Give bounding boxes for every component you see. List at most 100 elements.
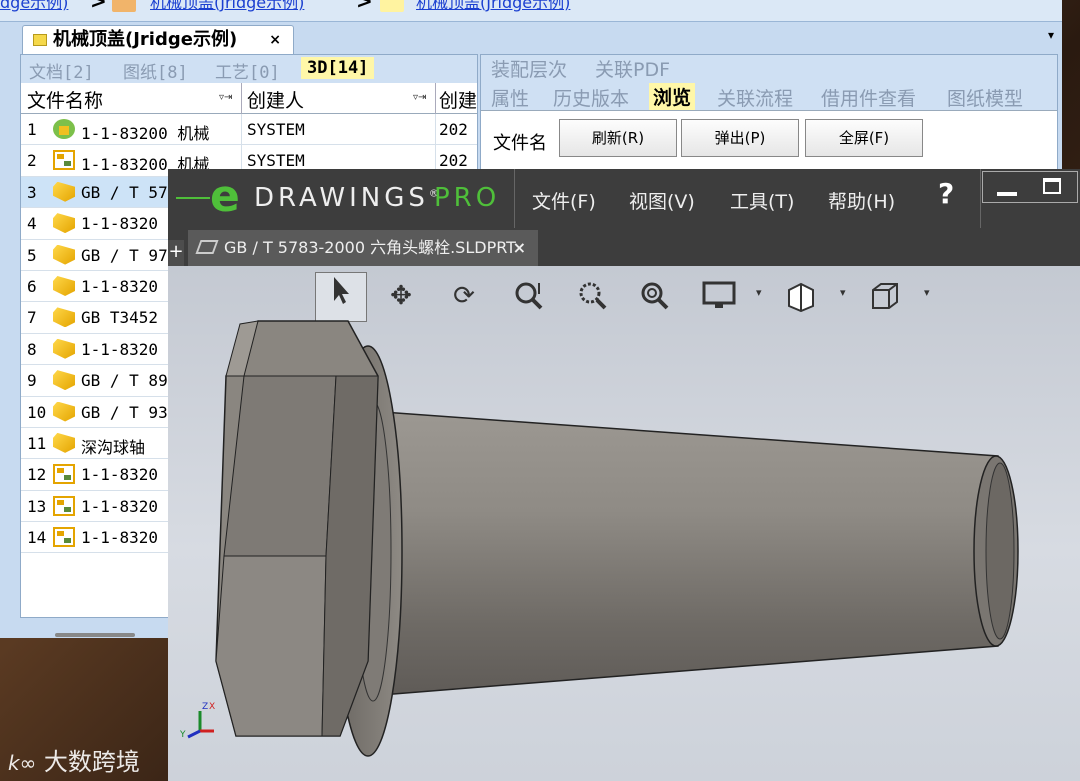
document-icon: [33, 34, 47, 46]
title-divider: [514, 169, 515, 228]
tab-borrowed-parts[interactable]: 借用件查看: [821, 84, 916, 111]
assembly-icon: [53, 527, 75, 548]
logo-pro: PRO: [434, 183, 501, 213]
file-category-tabs: 文档[2] 图纸[8] 工艺[0] 3D[14]: [21, 55, 477, 83]
filter-icon[interactable]: ▿⇥: [413, 92, 426, 103]
file-name-cell: GB / T 57: [81, 182, 168, 202]
svg-text:Z: Z: [202, 702, 208, 712]
breadcrumb-item-2[interactable]: 机械顶盖(Jridge示例): [150, 0, 304, 11]
document-tab-title: 机械顶盖(Jridge示例): [53, 29, 238, 50]
part-file-icon: [195, 240, 219, 254]
menu-file[interactable]: 文件(F): [532, 187, 596, 214]
breadcrumb: dge示例) > 机械顶盖(Jridge示例) > 机械顶盖(Jridge示例): [0, 0, 1062, 22]
logo-e: e: [210, 171, 240, 222]
edrawings-titlebar: e DRAWINGS® PRO 文件(F) 视图(V) 工具(T) 帮助(H) …: [168, 169, 1080, 228]
part-icon: [53, 307, 75, 328]
folder-icon: [380, 0, 404, 12]
file-name-cell: 1-1-8320: [81, 528, 159, 548]
file-name-cell: GB T3452: [81, 308, 159, 328]
breadcrumb-separator: >: [90, 0, 107, 13]
file-name-cell: 1-1-8320: [81, 276, 159, 296]
row-number: 4: [27, 214, 37, 234]
column-header-date[interactable]: 创建: [439, 86, 477, 113]
breadcrumb-item-1[interactable]: dge示例): [0, 0, 68, 11]
date-cell: 202: [439, 151, 468, 171]
file-name-cell: 深沟球轴: [81, 437, 146, 457]
file-tab-title: GB / T 5783-2000 六角头螺栓.SLDPRT: [224, 238, 516, 257]
help-icon[interactable]: ?: [938, 177, 954, 210]
file-name-cell: GB / T 89: [81, 371, 168, 391]
part-icon: [53, 401, 75, 422]
svg-text:Y: Y: [179, 730, 186, 740]
part-icon: [53, 213, 75, 234]
close-icon[interactable]: ×: [269, 26, 281, 54]
row-number: 12: [27, 465, 47, 485]
refresh-button[interactable]: 刷新(R): [559, 119, 677, 157]
column-divider: [241, 83, 242, 114]
part-icon: [53, 275, 75, 296]
assembly-icon: [53, 150, 75, 171]
minimize-icon[interactable]: [997, 192, 1017, 196]
part-icon: [53, 338, 75, 359]
breadcrumb-item-3[interactable]: 机械顶盖(Jridge示例): [416, 0, 570, 11]
column-divider: [435, 114, 436, 145]
tab-documents[interactable]: 文档[2]: [29, 58, 94, 83]
document-tab[interactable]: 机械顶盖(Jridge示例) ×: [22, 25, 294, 54]
row-number: 9: [27, 371, 37, 391]
breadcrumb-separator: >: [356, 0, 373, 13]
document-tabstrip: 机械顶盖(Jridge示例) × ▾: [0, 22, 1062, 54]
file-name-cell: GB / T 97: [81, 245, 168, 265]
menu-view[interactable]: 视图(V): [629, 187, 695, 214]
locked-part-icon: [53, 119, 75, 139]
tab-linked-pdf[interactable]: 关联PDF: [595, 55, 670, 82]
column-divider: [241, 114, 242, 145]
scrollbar-thumb[interactable]: [55, 633, 135, 637]
row-number: 14: [27, 528, 47, 548]
tab-assembly-hierarchy[interactable]: 装配层次: [491, 55, 567, 82]
row-number: 5: [27, 245, 37, 265]
axis-triad-icon: Z X Y: [179, 702, 215, 740]
filter-icon[interactable]: ▿⇥: [219, 92, 232, 103]
tab-browse[interactable]: 浏览: [649, 83, 696, 110]
edrawings-logo: e DRAWINGS® PRO: [176, 171, 512, 222]
chevron-down-icon[interactable]: ▾: [1048, 28, 1054, 42]
row-number: 7: [27, 308, 37, 328]
row-number: 6: [27, 276, 37, 296]
maximize-icon[interactable]: [1043, 178, 1061, 194]
part-icon: [53, 244, 75, 265]
horizontal-scrollbar[interactable]: [25, 629, 175, 639]
edrawings-window: e DRAWINGS® PRO 文件(F) 视图(V) 工具(T) 帮助(H) …: [168, 169, 1080, 781]
bolt-model[interactable]: [168, 266, 1080, 781]
row-number: 1: [27, 120, 37, 139]
tab-drawings[interactable]: 图纸[8]: [123, 58, 188, 83]
add-tab-button[interactable]: +: [168, 240, 184, 266]
window-controls: [982, 171, 1078, 203]
part-icon: [53, 432, 75, 453]
creator-cell: SYSTEM: [247, 120, 305, 139]
file-name-cell: 1-1-8320: [81, 465, 159, 485]
assembly-icon: [53, 495, 75, 516]
fullscreen-button[interactable]: 全屏(F): [805, 119, 923, 157]
popup-button[interactable]: 弹出(P): [681, 119, 799, 157]
column-header-creator[interactable]: 创建人: [247, 86, 304, 113]
column-header-name[interactable]: 文件名称: [27, 86, 103, 113]
tab-process[interactable]: 工艺[0]: [215, 58, 280, 83]
close-icon[interactable]: ×: [513, 230, 526, 266]
file-name-cell: 1-1-83200 机械: [81, 124, 210, 143]
filename-label: 文件名: [493, 133, 547, 154]
assembly-icon: [53, 464, 75, 485]
file-tab[interactable]: GB / T 5783-2000 六角头螺栓.SLDPRT ×: [188, 230, 538, 266]
menu-tools[interactable]: 工具(T): [730, 187, 794, 214]
3d-viewport[interactable]: ✥ ⟳ ▾ ▾ ▾ Z X Y: [168, 266, 1080, 781]
tab-drawing-model[interactable]: 图纸模型: [947, 84, 1023, 111]
detail-tabs-row2: 属性 历史版本 浏览 关联流程 借用件查看 图纸模型: [481, 81, 1057, 111]
edrawings-tabbar: + GB / T 5783-2000 六角头螺栓.SLDPRT ×: [168, 228, 1080, 266]
tab-history[interactable]: 历史版本: [553, 84, 629, 111]
menu-help[interactable]: 帮助(H): [828, 187, 895, 214]
part-icon: [53, 370, 75, 391]
logo-arrow-icon: [176, 197, 210, 199]
tab-linked-workflow[interactable]: 关联流程: [717, 84, 793, 111]
table-row[interactable]: 1 1-1-83200 机械 SYSTEM 202: [21, 114, 477, 146]
tab-properties[interactable]: 属性: [491, 84, 529, 111]
tab-3d[interactable]: 3D[14]: [301, 57, 375, 79]
